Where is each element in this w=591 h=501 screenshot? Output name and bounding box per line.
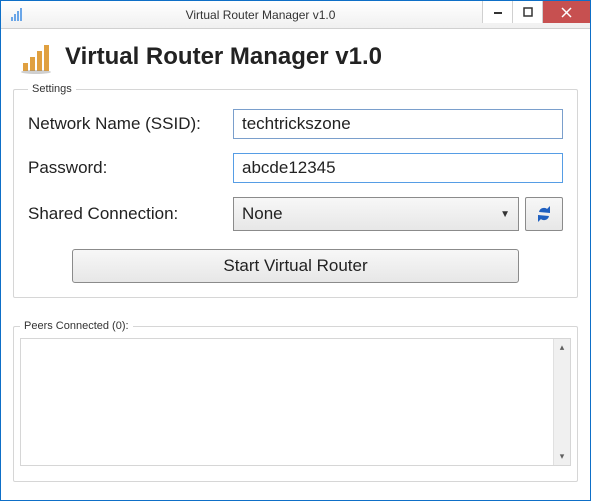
maximize-button[interactable] (512, 1, 542, 23)
shared-connection-label: Shared Connection: (28, 204, 233, 224)
start-button-label: Start Virtual Router (223, 256, 367, 276)
shared-connection-value: None (242, 204, 283, 224)
app-header: Virtual Router Manager v1.0 (1, 29, 590, 83)
app-icon (19, 39, 55, 75)
minimize-button[interactable] (482, 1, 512, 23)
scrollbar[interactable]: ▴ ▾ (553, 339, 570, 465)
shared-connection-row: Shared Connection: None ▼ (28, 197, 563, 231)
app-window: Virtual Router Manager v1.0 Virtual Rou (0, 0, 591, 501)
content-area: Settings Network Name (SSID): Password: … (1, 83, 590, 500)
settings-legend: Settings (28, 83, 76, 95)
start-virtual-router-button[interactable]: Start Virtual Router (72, 249, 519, 283)
titlebar[interactable]: Virtual Router Manager v1.0 (1, 1, 590, 29)
scroll-up-icon[interactable]: ▴ (554, 339, 571, 356)
scroll-down-icon[interactable]: ▾ (554, 448, 571, 465)
window-controls (482, 1, 590, 23)
shared-connection-select[interactable]: None ▼ (233, 197, 519, 231)
ssid-input[interactable] (233, 109, 563, 139)
peers-list[interactable]: ▴ ▾ (20, 338, 571, 466)
settings-group: Settings Network Name (SSID): Password: … (13, 83, 578, 298)
password-label: Password: (28, 158, 233, 178)
peers-group: Peers Connected (0): ▴ ▾ (13, 320, 578, 482)
refresh-icon (534, 204, 554, 224)
chevron-down-icon: ▼ (500, 209, 510, 220)
close-button[interactable] (542, 1, 590, 23)
ssid-row: Network Name (SSID): (28, 109, 563, 139)
refresh-button[interactable] (525, 197, 563, 231)
app-icon-small (9, 7, 25, 23)
ssid-label: Network Name (SSID): (28, 114, 233, 134)
page-title: Virtual Router Manager v1.0 (65, 43, 382, 71)
peers-legend: Peers Connected (0): (20, 320, 133, 332)
password-row: Password: (28, 153, 563, 183)
password-input[interactable] (233, 153, 563, 183)
